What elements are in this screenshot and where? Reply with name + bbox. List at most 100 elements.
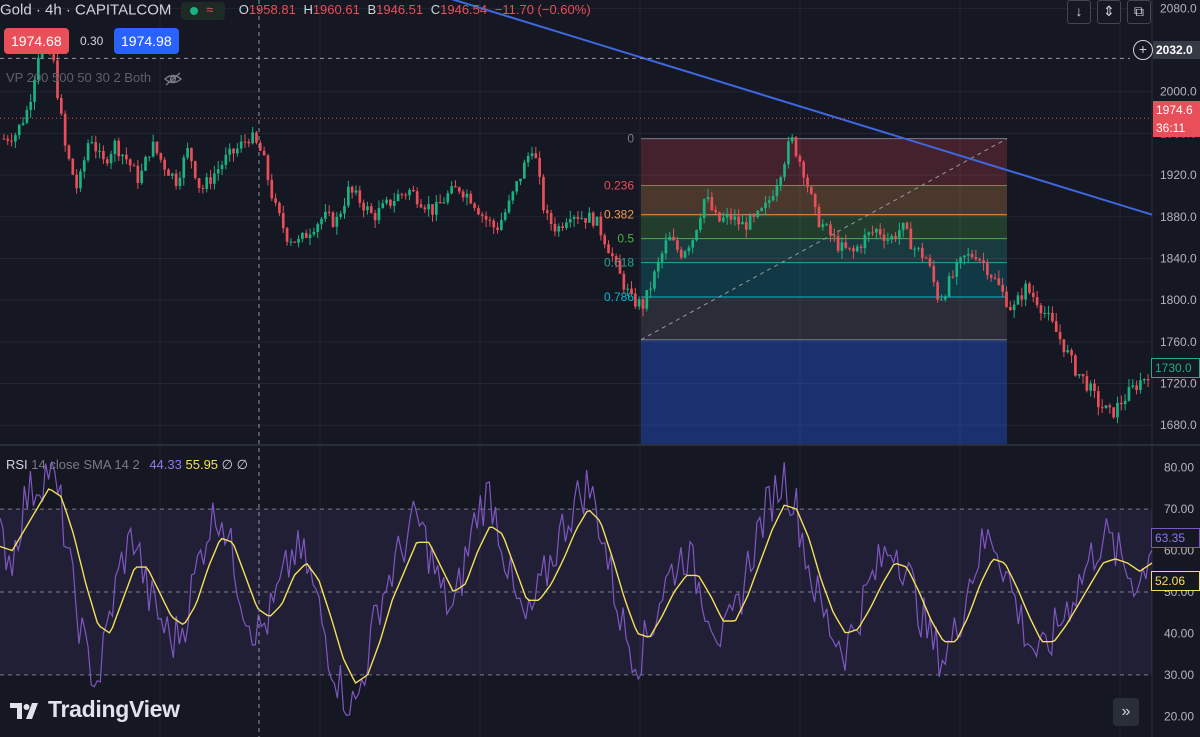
candle-body	[243, 141, 247, 143]
candle-body	[419, 204, 423, 208]
candle-body	[469, 193, 473, 204]
candle-body	[637, 299, 641, 307]
volume-profile-label[interactable]: VP 200 500 50 30 2 Both	[6, 70, 183, 86]
candle-body	[232, 148, 235, 154]
fib-level-label: 0.5	[617, 232, 634, 246]
candle-body	[503, 212, 507, 220]
candle-body	[614, 256, 618, 261]
candle-body	[392, 201, 396, 206]
candle-body	[679, 249, 683, 258]
rsi-legend[interactable]: RSI 14 close SMA 14 2 44.33 55.95 ∅ ∅	[6, 457, 248, 473]
candle-body	[308, 234, 312, 238]
candle-body	[316, 224, 320, 233]
symbol-title[interactable]: Gold · 4h · CAPITALCOM	[0, 1, 171, 18]
candle-body	[588, 212, 591, 223]
price-tick-label: 1800.0	[1160, 293, 1197, 307]
candle-body	[415, 191, 419, 205]
tradingview-watermark: TradingView	[10, 696, 180, 723]
candle-body	[706, 196, 710, 200]
candle-body	[523, 162, 526, 179]
rsi-params: 14 close SMA 14 2	[31, 457, 140, 472]
candle-body	[951, 276, 955, 278]
candle-body	[653, 271, 656, 289]
volume-profile-params: VP 200 500 50 30 2 Both	[6, 70, 152, 85]
rsi-value: 44.33	[149, 457, 182, 472]
candle-body	[1116, 402, 1119, 418]
candle-body	[500, 219, 503, 231]
candle-body	[783, 164, 786, 178]
price-tick-label: 1720.0	[1160, 377, 1197, 391]
candle-body	[82, 160, 86, 172]
candle-body	[262, 150, 266, 156]
candle-body	[1139, 380, 1142, 390]
arrow-down-icon[interactable]: ↓	[1067, 0, 1091, 24]
candle-body	[297, 238, 300, 243]
candle-body	[1135, 385, 1138, 390]
candle-body	[373, 212, 377, 221]
candle-body	[496, 227, 499, 231]
candle-body	[182, 157, 186, 178]
popout-window-icon[interactable]: ⧉	[1127, 0, 1151, 24]
candle-body	[239, 141, 243, 149]
candle-body	[668, 236, 672, 241]
candle-body	[936, 282, 939, 300]
candle-body	[618, 260, 622, 274]
candle-body	[105, 159, 109, 164]
candle-body	[943, 296, 947, 300]
candle-body	[909, 228, 913, 250]
sell-button[interactable]: 1974.68	[4, 28, 69, 54]
price-tick-label: 2080.0	[1160, 1, 1197, 15]
collapse-pane-icon[interactable]: ⇕	[1097, 0, 1121, 24]
candle-body	[427, 204, 431, 210]
scroll-to-latest-button[interactable]: »	[1113, 698, 1139, 726]
price-tick-label: 2000.0	[1160, 85, 1197, 99]
candle-body	[1043, 313, 1047, 315]
candle-body	[10, 140, 13, 142]
price-tick-label: 1840.0	[1160, 251, 1197, 265]
buy-button[interactable]: 1974.98	[114, 28, 179, 54]
candle-body	[645, 290, 649, 309]
open-value: 1958.81	[248, 2, 296, 18]
candle-body	[465, 193, 469, 198]
candle-body	[511, 191, 515, 201]
candle-body	[886, 239, 890, 241]
candle-body	[1074, 355, 1077, 376]
candle-body	[733, 216, 737, 220]
candle-body	[557, 226, 561, 232]
candle-body	[741, 221, 744, 225]
chart-canvas[interactable]: 00.2360.3820.50.6180.786 2080.02000.0196…	[0, 0, 1200, 737]
candle-body	[802, 161, 806, 178]
candle-body	[580, 218, 584, 220]
candle-body	[660, 253, 664, 262]
fib-extension-zone	[641, 339, 1007, 444]
spread-value: 0.30	[80, 34, 104, 48]
fibonacci-retracement[interactable]: 00.2360.3820.50.6180.786	[604, 132, 1008, 444]
price-tick-label: 1680.0	[1160, 418, 1197, 432]
candle-body	[1104, 405, 1108, 409]
candle-body	[584, 218, 587, 223]
fib-zone	[641, 262, 1007, 298]
candle-body	[997, 278, 1001, 285]
candle-body	[343, 205, 346, 214]
candle-body	[959, 257, 962, 263]
candle-body	[989, 275, 993, 278]
candle-body	[974, 257, 978, 260]
candle-body	[986, 262, 989, 276]
candle-body	[607, 244, 610, 254]
low-value: 1946.51	[376, 2, 424, 18]
candle-body	[744, 221, 748, 230]
candle-body	[553, 224, 557, 232]
candle-body	[6, 138, 10, 141]
eye-slash-icon[interactable]	[163, 72, 183, 86]
candle-body	[224, 154, 228, 165]
candle-body	[626, 288, 629, 290]
candle-body	[970, 253, 974, 258]
candle-body	[125, 154, 128, 160]
candle-body	[859, 246, 863, 249]
candle-body	[220, 164, 224, 170]
add-alert-icon[interactable]: +	[1133, 40, 1153, 60]
market-status-icon[interactable]	[181, 2, 226, 20]
candle-body	[167, 169, 170, 176]
candle-body	[966, 253, 970, 256]
candle-body	[270, 179, 274, 199]
